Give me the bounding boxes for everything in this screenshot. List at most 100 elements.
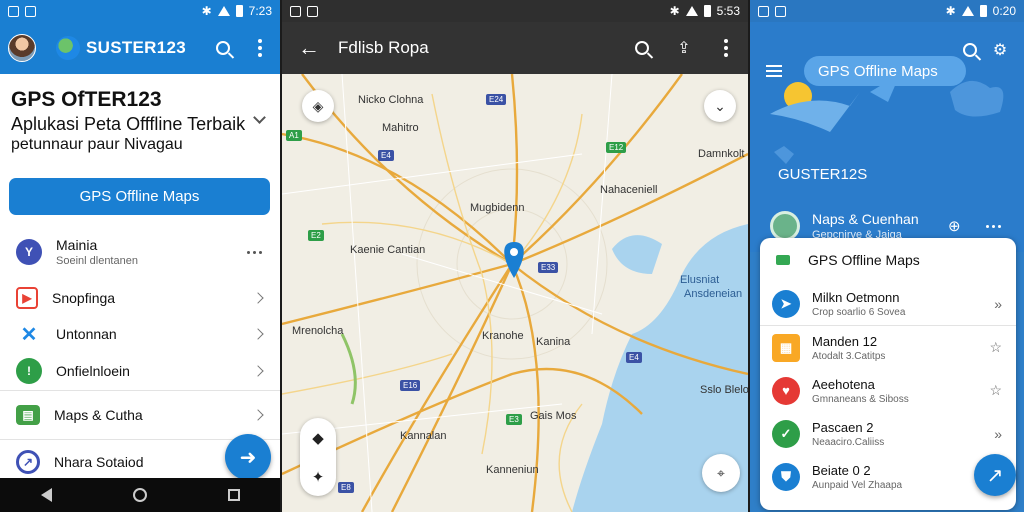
compass-icon: ↗ xyxy=(16,450,40,474)
map-label: Kaenie Cantian xyxy=(350,244,426,256)
list-item-title: Mainia xyxy=(56,237,98,253)
gallery-icon xyxy=(290,5,301,17)
hero-title: GUSTER12S xyxy=(778,166,868,183)
settings-icon[interactable]: ⚙ xyxy=(990,40,1010,60)
page-subtitle-2: petunnaur paur Nivagau xyxy=(11,136,183,153)
gallery-icon xyxy=(8,5,19,17)
map-label: Elusniat xyxy=(680,274,720,286)
map-label: Damnkolt xyxy=(698,148,745,160)
zoom-in-icon[interactable]: ◆ xyxy=(312,429,324,447)
search-icon[interactable] xyxy=(213,38,233,58)
double-chevron-icon[interactable]: » xyxy=(994,296,1002,312)
navigation-icon: ➤ xyxy=(772,289,800,318)
my-location-button[interactable]: ⌖ xyxy=(702,454,740,492)
result-item[interactable]: ♥ Aeehotena Gmnaneans & Siboss ☆ xyxy=(760,369,1016,412)
share-icon[interactable]: ⇪ xyxy=(674,38,694,58)
notification-icon xyxy=(25,5,36,17)
result-title: Manden 12 xyxy=(812,333,878,349)
result-title: Pascaen 2 xyxy=(812,419,874,435)
result-item[interactable]: ▦ Manden 12 Atodalt 3.Catitps ☆ xyxy=(760,326,1016,369)
nav-recents-icon[interactable] xyxy=(227,489,240,501)
collapse-button[interactable]: ⌄ xyxy=(704,90,736,122)
layers-button[interactable]: ◈ xyxy=(302,90,334,122)
app-bar: ← Fdlisb Ropa ⇪ xyxy=(282,22,748,74)
list-item-title: Maps & Cutha xyxy=(54,407,143,423)
gallery-icon xyxy=(758,5,769,17)
status-bar: ✱ 7:23 xyxy=(0,0,280,22)
nav-back-icon[interactable] xyxy=(40,488,52,502)
more-horiz-icon[interactable] xyxy=(986,224,1001,228)
result-subtitle: Atodalt 3.Catitps xyxy=(812,350,886,362)
more-vert-icon[interactable] xyxy=(716,38,736,58)
list-item-title: Snopfinga xyxy=(52,290,116,306)
map-label: Kranohe xyxy=(482,330,524,342)
map-label: Kanneniun xyxy=(486,464,539,476)
globe-icon xyxy=(56,36,80,60)
map-label: Sslo Blelo xyxy=(700,384,748,396)
gps-offline-maps-button[interactable]: GPS Offline Maps xyxy=(9,178,270,215)
more-vert-icon[interactable] xyxy=(250,38,270,58)
navigate-fab[interactable]: ➜ xyxy=(225,434,271,480)
zoom-out-icon[interactable]: ✦ xyxy=(312,468,325,486)
result-subtitle: Crop soarlio 6 Sovea xyxy=(812,306,906,318)
search-icon[interactable] xyxy=(960,40,980,60)
phone-screen-map: ✱ 5:53 ← Fdlisb Ropa ⇪ Nicko Clohna Mahi… xyxy=(282,0,748,512)
pill-title: GPS Offline Maps xyxy=(818,62,938,80)
layers-icon: ◈ xyxy=(312,97,324,114)
map-label: Kannalan xyxy=(400,430,447,442)
status-time: 0:20 xyxy=(992,4,1016,18)
app-title: SUSTER123 xyxy=(86,38,187,57)
navigate-fab[interactable]: ↗ xyxy=(974,454,1016,496)
flag-icon xyxy=(776,255,790,265)
map-label: Nicko Clohna xyxy=(358,94,424,106)
nav-home-icon[interactable] xyxy=(132,488,147,502)
map-tile-icon: ▦ xyxy=(772,333,800,362)
list-item-snopfinga[interactable]: ▶ Snopfinga xyxy=(0,280,280,316)
star-icon[interactable]: ☆ xyxy=(989,339,1002,356)
list-item-untonnan[interactable]: ✕ Untonnan xyxy=(0,316,280,352)
map-label: Ansdeneian xyxy=(684,288,743,300)
list-item-mainia[interactable]: Y Mainia Soeinl dlentanen xyxy=(0,224,280,280)
result-title: Aeehotena xyxy=(812,376,875,392)
phone-screen-home: ✱ 7:23 SUSTER123 GPS OfTER123 Aplukasi P… xyxy=(0,0,280,512)
map-title: Fdlisb Ropa xyxy=(338,38,429,57)
status-bar: ✱ 5:53 xyxy=(282,0,748,22)
map-label: Mahitro xyxy=(382,122,419,134)
result-title: Milkn Oetmonn xyxy=(812,289,900,305)
status-time: 7:23 xyxy=(248,4,272,18)
map-canvas[interactable]: Nicko Clohna Mahitro Damnkolt Mugbidenn … xyxy=(282,73,748,512)
wifi-icon xyxy=(217,6,230,16)
result-item[interactable]: ✓ Pascaen 2 Neaaciro.Caliiss » xyxy=(760,412,1016,455)
list-item-onfielnloein[interactable]: ! Onfielnloein xyxy=(0,352,280,390)
wifi-icon xyxy=(961,6,974,16)
list-item-maps-cutha[interactable]: ▤ Maps & Cutha xyxy=(0,391,280,439)
map-label: Gais Mos xyxy=(530,410,577,422)
result-item[interactable]: ➤ Milkn Oetmonn Crop soarlio 6 Sovea » xyxy=(760,282,1016,325)
search-pill[interactable]: GPS Offline Maps xyxy=(804,56,966,86)
more-horiz-icon[interactable] xyxy=(247,250,262,254)
page-title: GPS OfTER123 xyxy=(11,88,162,111)
navigate-icon: ↗ xyxy=(986,464,1004,487)
battery-icon xyxy=(703,5,711,17)
list-item-title: Nhara Sotaiod xyxy=(54,454,144,470)
crosshair-icon: ⌖ xyxy=(717,464,725,481)
zoom-search-icon[interactable]: ⊕ xyxy=(948,217,961,235)
search-icon[interactable] xyxy=(632,38,652,58)
clock-icon xyxy=(770,211,800,241)
back-arrow-icon[interactable]: ← xyxy=(298,37,320,59)
system-nav-bar xyxy=(0,478,280,512)
avatar[interactable] xyxy=(8,34,36,62)
map-card-icon: ▤ xyxy=(16,405,40,425)
sheet-header: GPS Offline Maps xyxy=(760,238,1016,282)
list-item-subtitle: Soeinl dlentanen xyxy=(56,255,138,267)
map-label: Nahaceniell xyxy=(600,184,658,196)
hero-banner: GPS Offline Maps ⚙ GUSTER12S Naps & Cuen… xyxy=(750,22,1024,252)
bluetooth-icon: ✱ xyxy=(945,4,956,18)
hero-heading: GPS OfTER123 Aplukasi Peta Offfline Terb… xyxy=(11,88,261,154)
status-time: 5:53 xyxy=(716,4,740,18)
star-icon[interactable]: ☆ xyxy=(989,382,1002,399)
result-title: Beiate 0 2 xyxy=(812,462,871,478)
menu-icon[interactable] xyxy=(766,65,782,80)
double-chevron-icon[interactable]: » xyxy=(994,426,1002,442)
status-bar: ✱ 0:20 xyxy=(750,0,1024,22)
